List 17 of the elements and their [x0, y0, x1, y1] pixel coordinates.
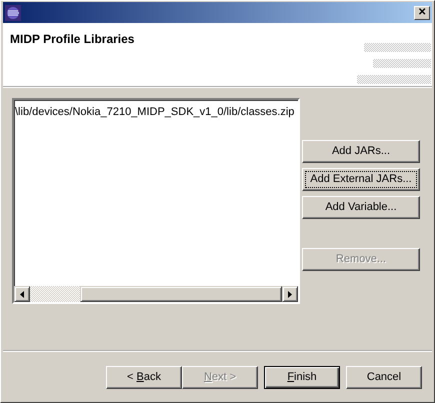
close-button[interactable]: ✕ — [414, 6, 430, 20]
wizard-button[interactable]: Finish — [264, 366, 340, 389]
banner-pattern — [373, 59, 431, 68]
page-title: MIDP Profile Libraries — [10, 31, 134, 48]
scroll-thumb[interactable] — [80, 286, 282, 302]
side-button[interactable]: Add Variable... — [302, 196, 420, 219]
side-button[interactable]: Add External JARs... — [302, 168, 420, 191]
horizontal-scrollbar[interactable] — [14, 286, 298, 302]
library-list[interactable]: \lib/devices/Nokia_7210_MIDP_SDK_v1_0/lib/classes.zip — [12, 98, 300, 304]
side-button[interactable]: Add JARs... — [302, 140, 420, 163]
wizard-button[interactable]: Cancel — [346, 366, 422, 389]
scroll-right-icon[interactable] — [282, 286, 298, 302]
scroll-left-icon[interactable] — [14, 286, 30, 302]
banner-pattern — [364, 43, 431, 52]
list-item[interactable]: \lib/devices/Nokia_7210_MIDP_SDK_v1_0/lib/classes.zip — [15, 104, 294, 120]
wizard-button[interactable]: < Back — [106, 366, 182, 389]
app-icon — [5, 4, 21, 20]
